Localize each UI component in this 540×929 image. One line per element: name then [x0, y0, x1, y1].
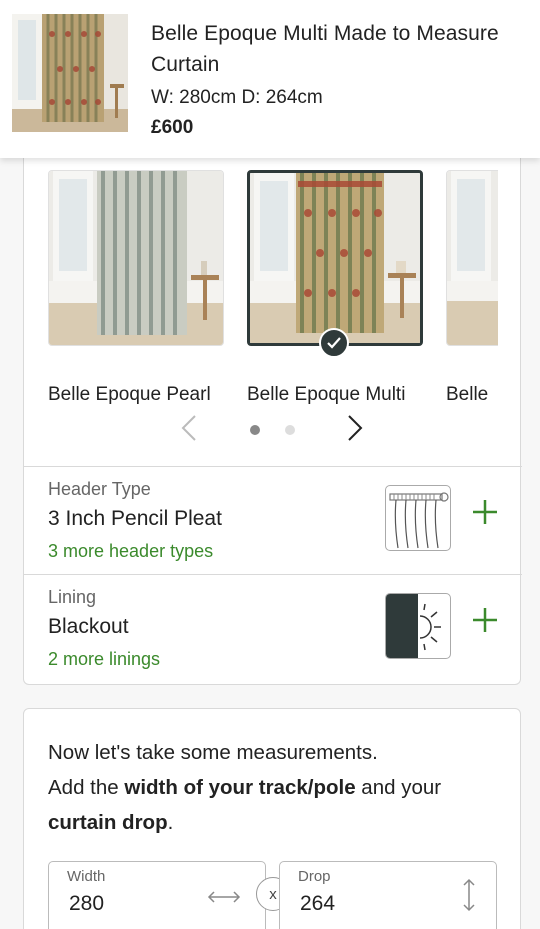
measurements-instructions: Now let's take some measurements. Add th…	[48, 735, 508, 840]
add-header-type-plus-icon[interactable]	[470, 497, 500, 527]
header-type-more-link[interactable]: 3 more header types	[48, 541, 213, 562]
product-price: £600	[151, 117, 194, 138]
swatch-pager	[24, 412, 522, 448]
swatch-belle-epoque-multi[interactable]: Belle Epoque Multi	[247, 170, 423, 405]
measurements-card: Now let's take some measurements. Add th…	[23, 708, 521, 929]
product-dimensions: W: 280cm D: 264cm	[151, 87, 323, 108]
drop-label: Drop	[298, 868, 331, 885]
drop-input[interactable]	[300, 892, 420, 916]
lining-label: Lining	[48, 587, 97, 607]
lining-option[interactable]: Lining Blackout 2 more linings	[24, 574, 522, 682]
swatch-multi-image	[247, 170, 423, 346]
swatch-label: Belle	[446, 384, 489, 405]
product-title: Belle Epoque Multi Made to Measure Curta…	[151, 22, 499, 76]
swatch-belle-partial[interactable]: Belle	[446, 170, 498, 410]
header-type-value: 3 Inch Pencil Pleat	[48, 507, 222, 530]
pager-dot[interactable]	[285, 425, 295, 435]
blackout-lining-icon	[385, 593, 451, 659]
product-thumbnail	[12, 14, 128, 132]
swatch-belle-epoque-pearl[interactable]: Belle Epoque Pearl	[48, 170, 224, 405]
chevron-left-icon[interactable]	[180, 414, 198, 448]
instruction-line-1: Now let's take some measurements.	[48, 741, 378, 764]
horizontal-arrows-icon	[207, 890, 241, 909]
drop-field[interactable]: Drop	[279, 861, 497, 929]
instruction-line-3: curtain drop.	[48, 811, 174, 834]
vertical-arrows-icon	[462, 878, 476, 917]
chevron-right-icon[interactable]	[346, 414, 364, 448]
swatch-pearl-image	[48, 170, 224, 346]
header-type-label: Header Type	[48, 479, 151, 499]
swatch-partial-image	[446, 170, 498, 346]
swatch-label: Belle Epoque Pearl	[48, 384, 211, 405]
pager-dot-active[interactable]	[250, 425, 260, 435]
width-field[interactable]: Width	[48, 861, 266, 929]
add-lining-plus-icon[interactable]	[470, 605, 500, 635]
product-info: Belle Epoque Multi Made to Measure Curta…	[151, 18, 536, 142]
header-type-option[interactable]: Header Type 3 Inch Pencil Pleat 3 more h…	[24, 466, 522, 574]
width-input[interactable]	[69, 892, 189, 916]
instruction-line-2: Add the width of your track/pole and you…	[48, 776, 442, 799]
swatch-label: Belle Epoque Multi	[247, 384, 406, 405]
lining-value: Blackout	[48, 615, 129, 638]
width-label: Width	[67, 868, 106, 885]
options-card: Belle Epoque Pearl Belle Epoque Multi Be…	[23, 150, 522, 685]
product-summary-header: Belle Epoque Multi Made to Measure Curta…	[0, 0, 540, 158]
lining-more-link[interactable]: 2 more linings	[48, 649, 160, 670]
selected-check-icon	[319, 328, 349, 358]
pencil-pleat-icon	[385, 485, 451, 551]
